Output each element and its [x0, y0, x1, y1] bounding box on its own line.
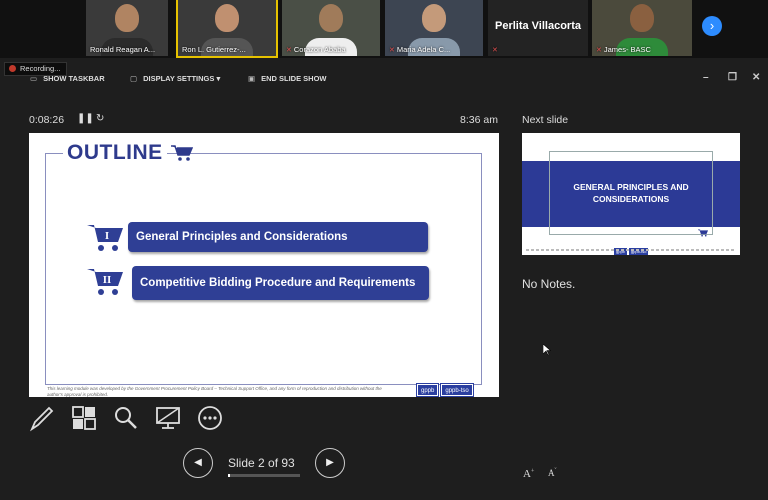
slide-progress-fill: [228, 474, 230, 477]
slide-title: OUTLINE: [63, 141, 167, 165]
outline-item: I General Principles and Considerations: [87, 222, 429, 252]
participant-name: Ronald Reagan A...: [90, 45, 156, 54]
next-slide-button[interactable]: ▶: [315, 448, 345, 478]
item-numeral: I: [105, 230, 109, 242]
participant-video: [115, 4, 139, 32]
next-slide-preview[interactable]: GENERAL PRINCIPLES AND CONSIDERATIONS gpp…: [522, 133, 740, 255]
slide-footer-text: This learning module was developed by th…: [47, 386, 382, 397]
slide-navigation: ◀ Slide 2 of 93 ▶: [183, 448, 349, 480]
muted-mic-icon: ✕: [286, 47, 292, 54]
participant-tile[interactable]: Ronald Reagan A...: [86, 0, 168, 56]
presenter-toolbar: ▭ SHOW TASKBAR ▢ DISPLAY SETTINGS ▾ ▣ END S…: [0, 70, 768, 90]
more-options-icon[interactable]: [196, 404, 224, 432]
close-icon[interactable]: ✕: [752, 72, 760, 83]
muted-mic-icon: ✕: [492, 47, 498, 54]
current-slide[interactable]: OUTLINE I General Principles and Conside…: [29, 133, 499, 397]
cart-icon: [171, 145, 193, 161]
see-all-slides-icon[interactable]: [70, 404, 98, 432]
cart-icon: I: [87, 225, 123, 251]
pause-timer-icon[interactable]: ❚❚: [77, 113, 94, 124]
participant-name: Corazon Ababa: [293, 45, 346, 54]
next-slide-title: GENERAL PRINCIPLES AND CONSIDERATIONS: [573, 182, 689, 205]
participant-tile[interactable]: ✕ Maria Adela C...: [385, 0, 483, 56]
minimize-icon[interactable]: –: [703, 72, 709, 83]
black-screen-icon[interactable]: [154, 404, 182, 432]
slide-progress-bar: [228, 474, 300, 477]
participant-name: Perlita Villacorta: [494, 20, 581, 32]
end-slide-show-button[interactable]: ▣ END SLIDE SHOW: [248, 74, 327, 83]
end-show-icon: ▣: [248, 74, 256, 83]
next-slide-footer: [526, 249, 736, 251]
elapsed-timer: 0:08:26: [29, 114, 65, 126]
chevron-right-icon[interactable]: ›: [702, 16, 722, 36]
next-slide-label: Next slide: [522, 114, 569, 126]
slide-counter[interactable]: Slide 2 of 93: [228, 456, 295, 470]
participant-name: Maria Adela C...: [396, 45, 451, 54]
muted-mic-icon: ✕: [596, 47, 602, 54]
slide-logos: gppb gppb-tso: [415, 379, 476, 397]
participant-video: [630, 4, 654, 32]
show-taskbar-button[interactable]: ▭ SHOW TASKBAR: [30, 74, 105, 83]
participant-tile[interactable]: ✕ Corazon Ababa: [282, 0, 380, 56]
cart-icon: [698, 229, 708, 237]
pen-icon[interactable]: [28, 404, 56, 432]
next-slide-logos: gppb gppb-tso: [614, 240, 650, 255]
restart-timer-icon[interactable]: ↻: [96, 113, 104, 124]
decrease-font-icon[interactable]: Aˇ: [548, 468, 557, 478]
play-left-icon: ◀: [194, 457, 202, 468]
mouse-cursor-icon: [543, 344, 551, 356]
speaker-notes: No Notes.: [522, 277, 576, 291]
participant-video: [422, 4, 446, 32]
end-slide-show-label: END SLIDE SHOW: [261, 74, 327, 83]
taskbar-icon: ▭: [30, 74, 38, 83]
muted-mic-icon: ✕: [389, 47, 395, 54]
participant-name: Ron L. Gutierrez-...: [182, 45, 246, 54]
participant-tile[interactable]: Perlita Villacorta ✕: [488, 0, 588, 56]
participant-strip: Ronald Reagan A... Ron L. Gutierrez-... …: [0, 0, 768, 58]
outline-item-label: Competitive Bidding Procedure and Requir…: [132, 266, 429, 300]
restore-icon[interactable]: ❐: [728, 72, 737, 83]
participant-name: James- BASC: [603, 45, 651, 54]
cart-icon: II: [87, 269, 123, 295]
gppb-logo: gppb: [415, 383, 440, 397]
previous-slide-button[interactable]: ◀: [183, 448, 213, 478]
gppb-tso-logo: gppb-tso: [440, 383, 474, 397]
display-icon: ▢: [130, 74, 138, 83]
current-time: 8:36 am: [460, 114, 498, 126]
participant-tile[interactable]: ✕ James- BASC: [592, 0, 692, 56]
participant-video: [215, 4, 239, 32]
participant-video: [319, 4, 343, 32]
display-settings-label: DISPLAY SETTINGS ▾: [143, 74, 221, 83]
outline-item-label: General Principles and Considerations: [128, 222, 428, 252]
increase-font-icon[interactable]: A+: [523, 468, 534, 480]
item-numeral: II: [103, 274, 112, 286]
participant-tile-active[interactable]: Ron L. Gutierrez-...: [176, 0, 278, 58]
display-settings-button[interactable]: ▢ DISPLAY SETTINGS ▾: [130, 74, 220, 83]
show-taskbar-label: SHOW TASKBAR: [43, 74, 105, 83]
outline-item: II Competitive Bidding Procedure and Req…: [87, 266, 429, 300]
play-right-icon: ▶: [326, 457, 334, 468]
zoom-icon[interactable]: [112, 404, 140, 432]
